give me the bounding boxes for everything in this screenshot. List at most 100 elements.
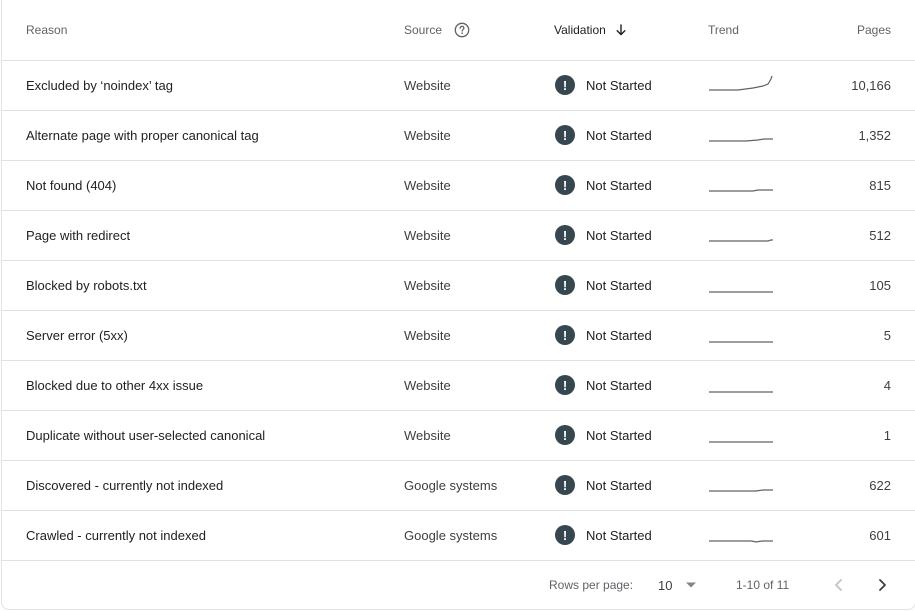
reason-text: Duplicate without user-selected canonica… — [26, 427, 266, 443]
reason-text: Page with redirect — [26, 227, 131, 243]
validation-cell: ! Not Started — [554, 310, 704, 360]
table-row[interactable]: Crawled - currently not indexed Google s… — [2, 510, 915, 561]
column-header-pages[interactable]: Pages — [792, 0, 891, 60]
source-cell: Website — [404, 360, 544, 410]
trend-cell — [708, 310, 788, 360]
reason-cell: Alternate page with proper canonical tag — [26, 110, 386, 160]
table-row[interactable]: Blocked due to other 4xx issue Website !… — [2, 360, 915, 411]
trend-cell — [708, 460, 788, 510]
pages-count: 105 — [869, 277, 891, 293]
exclamation-circle-icon: ! — [555, 425, 575, 445]
pages-count: 815 — [869, 177, 891, 193]
source-text: Website — [404, 77, 451, 93]
chevron-left-icon — [835, 579, 842, 591]
table-row[interactable]: Alternate page with proper canonical tag… — [2, 110, 915, 161]
source-cell: Google systems — [404, 510, 544, 560]
page-indexing-table: Reason Source Validation Trend Pages Exc… — [1, 0, 915, 610]
caret-down-icon[interactable] — [685, 561, 697, 609]
validation-cell: ! Not Started — [554, 260, 704, 310]
exclamation-circle-icon: ! — [555, 75, 575, 95]
trend-cell — [708, 110, 788, 160]
trend-sparkline — [709, 189, 773, 192]
reason-cell: Blocked by robots.txt — [26, 260, 386, 310]
trend-sparkline — [709, 391, 773, 393]
source-cell: Website — [404, 260, 544, 310]
reason-text: Server error (5xx) — [26, 327, 128, 343]
trend-cell — [708, 510, 788, 560]
validation-cell: ! Not Started — [554, 360, 704, 410]
rows-per-page-select[interactable]: 10 — [658, 561, 672, 609]
arrow-down-icon[interactable] — [614, 23, 628, 37]
reason-cell: Page with redirect — [26, 210, 386, 260]
help-circle-icon[interactable] — [454, 22, 470, 38]
column-header-source-label: Source — [404, 23, 443, 37]
pages-count: 512 — [869, 227, 891, 243]
source-text: Website — [404, 177, 451, 193]
table-row[interactable]: Blocked by robots.txt Website ! Not Star… — [2, 260, 915, 311]
pages-count: 10,166 — [851, 77, 891, 93]
column-header-reason-label: Reason — [26, 23, 68, 37]
pages-count: 1,352 — [858, 127, 891, 143]
next-page-button[interactable] — [872, 561, 892, 609]
reason-text: Not found (404) — [26, 177, 117, 193]
pages-count: 622 — [869, 477, 891, 493]
pages-cell: 10,166 — [792, 60, 891, 110]
reason-cell: Server error (5xx) — [26, 310, 386, 360]
validation-cell: ! Not Started — [554, 410, 704, 460]
validation-status: Not Started — [586, 477, 652, 493]
reason-text: Alternate page with proper canonical tag — [26, 127, 259, 143]
column-header-validation[interactable]: Validation — [554, 0, 704, 60]
trend-cell — [708, 60, 788, 110]
pages-cell: 601 — [792, 510, 891, 560]
pages-cell: 5 — [792, 310, 891, 360]
validation-cell: ! Not Started — [554, 160, 704, 210]
validation-status: Not Started — [586, 427, 652, 443]
pagination-range: 1-10 of 11 — [736, 578, 790, 592]
table-row[interactable]: Duplicate without user-selected canonica… — [2, 410, 915, 461]
table-row[interactable]: Excluded by ‘noindex’ tag Website ! Not … — [2, 60, 915, 111]
table-row[interactable]: Discovered - currently not indexed Googl… — [2, 460, 915, 511]
reason-cell: Discovered - currently not indexed — [26, 460, 386, 510]
exclamation-circle-icon: ! — [555, 275, 575, 295]
trend-sparkline — [709, 441, 773, 443]
column-header-validation-label: Validation — [554, 23, 606, 37]
previous-page-button[interactable] — [829, 561, 849, 609]
chevron-right-icon — [879, 579, 886, 591]
column-header-trend: Trend — [708, 0, 788, 60]
column-header-reason[interactable]: Reason — [26, 0, 386, 60]
table-row[interactable]: Page with redirect Website ! Not Started… — [2, 210, 915, 261]
validation-cell: ! Not Started — [554, 210, 704, 260]
rows-per-page-label: Rows per page: — [549, 578, 634, 592]
trend-sparkline — [709, 341, 773, 343]
trend-sparkline — [709, 138, 773, 142]
reason-cell: Not found (404) — [26, 160, 386, 210]
pages-cell: 815 — [792, 160, 891, 210]
table-row[interactable]: Not found (404) Website ! Not Started 81… — [2, 160, 915, 211]
validation-status: Not Started — [586, 327, 652, 343]
pages-cell: 622 — [792, 460, 891, 510]
source-text: Website — [404, 227, 451, 243]
reason-cell: Excluded by ‘noindex’ tag — [26, 60, 386, 110]
trend-cell — [708, 410, 788, 460]
table-pagination: Rows per page: 10 1-10 of 11 — [2, 561, 915, 609]
validation-status: Not Started — [586, 177, 652, 193]
reason-cell: Blocked due to other 4xx issue — [26, 360, 386, 410]
column-header-trend-label: Trend — [708, 23, 739, 37]
trend-cell — [708, 210, 788, 260]
pages-count: 601 — [869, 527, 891, 543]
reason-text: Blocked due to other 4xx issue — [26, 377, 204, 393]
table-header: Reason Source Validation Trend Pages — [2, 0, 915, 61]
column-header-pages-label: Pages — [856, 23, 891, 37]
table-row[interactable]: Server error (5xx) Website ! Not Started… — [2, 310, 915, 361]
trend-sparkline — [709, 239, 773, 242]
pages-cell: 4 — [792, 360, 891, 410]
validation-status: Not Started — [586, 377, 652, 393]
validation-status: Not Started — [586, 227, 652, 243]
source-text: Website — [404, 277, 451, 293]
source-text: Website — [404, 377, 451, 393]
column-header-source[interactable]: Source — [404, 0, 544, 60]
trend-cell — [708, 260, 788, 310]
reason-cell: Duplicate without user-selected canonica… — [26, 410, 386, 460]
source-cell: Google systems — [404, 460, 544, 510]
validation-status: Not Started — [586, 277, 652, 293]
